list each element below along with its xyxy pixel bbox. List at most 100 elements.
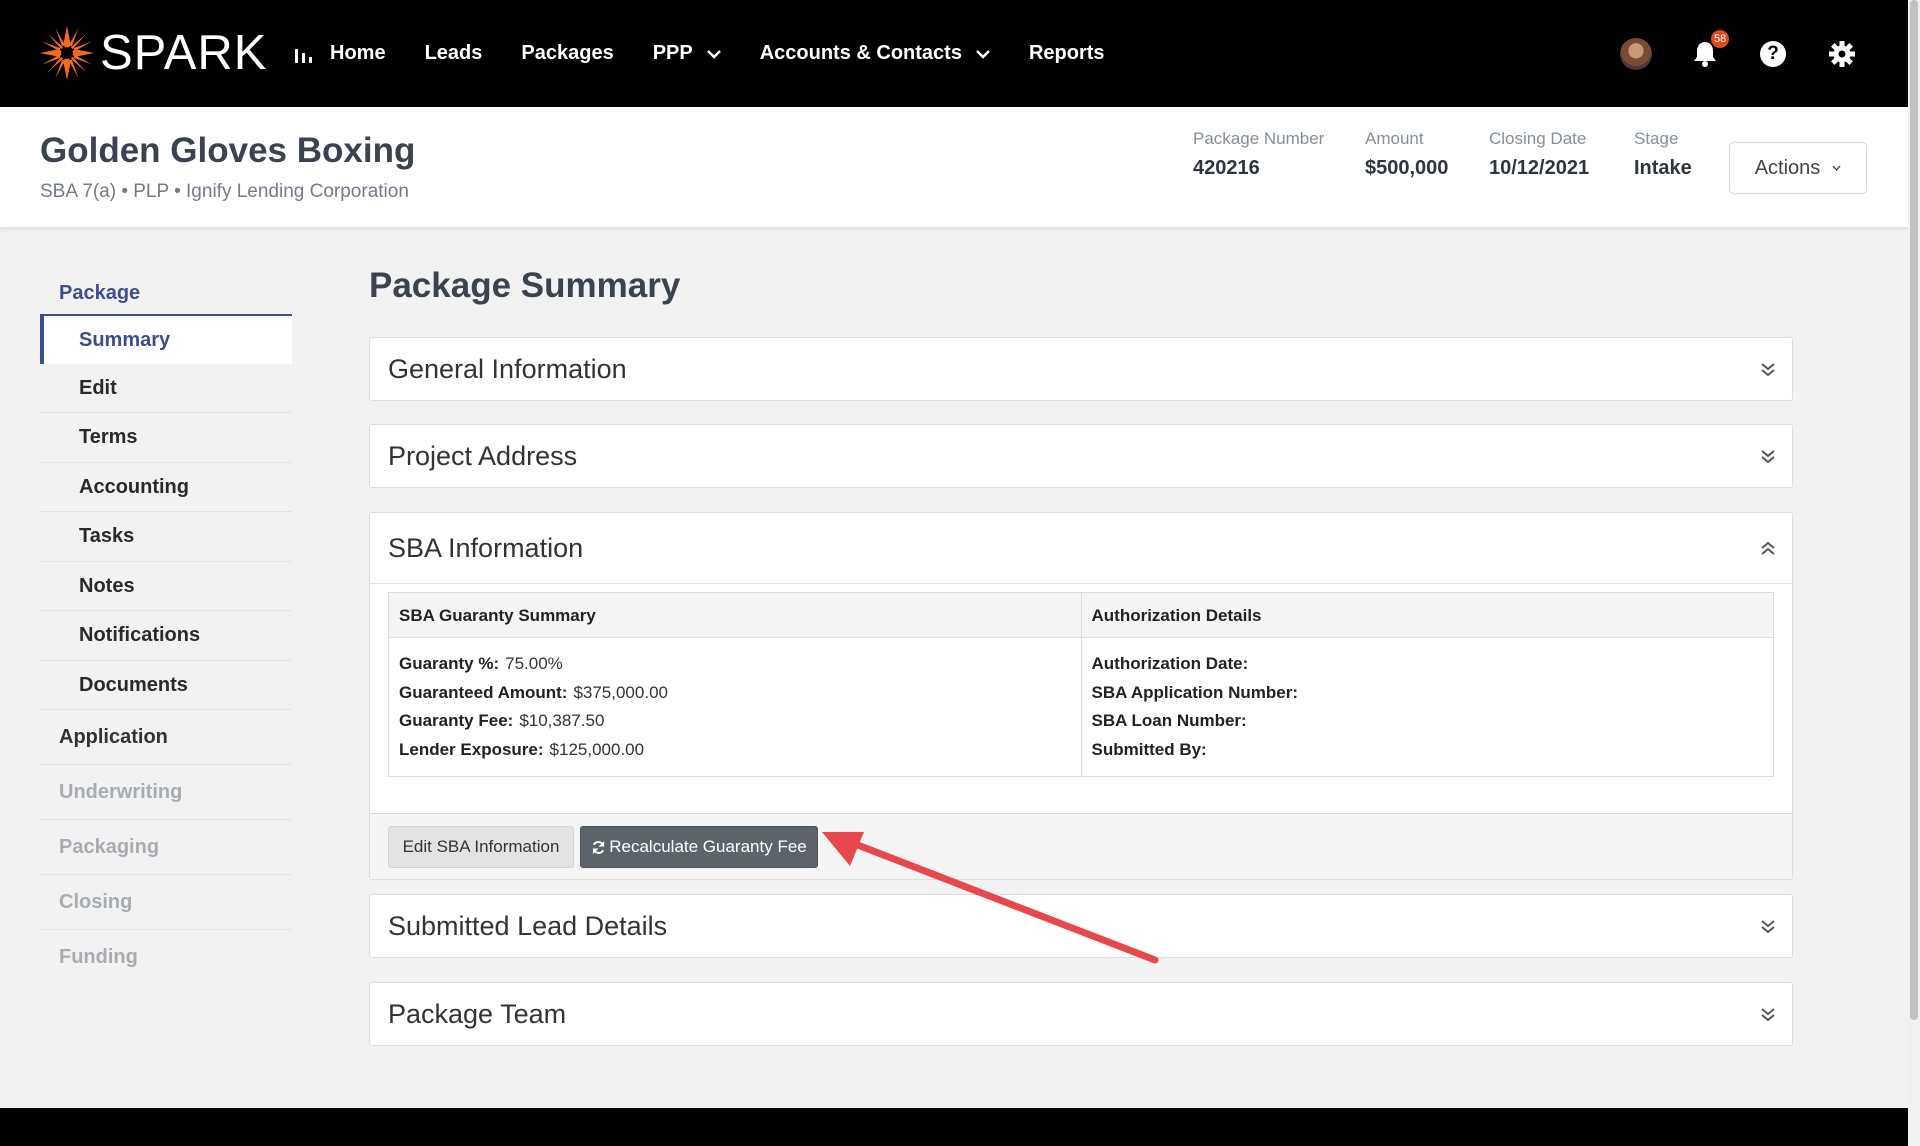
meta-value: 10/12/2021: [1489, 157, 1590, 179]
recalculate-guaranty-fee-button[interactable]: Recalculate Guaranty Fee: [580, 826, 818, 868]
meta-stage: Stage Intake: [1634, 129, 1692, 180]
bar-chart-icon: [295, 48, 312, 63]
chevron-down-icon: [1832, 165, 1841, 171]
nav-home[interactable]: Home: [294, 42, 386, 65]
help-icon[interactable]: ?: [1760, 41, 1786, 67]
page-footer: [0, 1108, 1908, 1146]
guaranty-percent-row: Guaranty %: 75.00%: [399, 650, 1071, 679]
panel-title: General Information: [388, 353, 627, 384]
sidebar-section-application[interactable]: Application: [40, 710, 292, 765]
meta-label: Amount: [1365, 129, 1424, 148]
scrollbar-thumb[interactable]: [1910, 0, 1918, 1020]
guaranteed-amount-row: Guaranteed Amount: $375,000.00: [399, 679, 1071, 708]
actions-label: Actions: [1754, 156, 1821, 179]
package-sidebar: Package Summary Edit Terms Accounting Ta…: [40, 272, 292, 985]
sidebar-item-terms[interactable]: Terms: [40, 413, 292, 463]
sba-application-number-row: SBA Application Number:: [1092, 679, 1764, 708]
brand-name: SPARK: [100, 26, 268, 80]
sidebar-section-package[interactable]: Package: [40, 272, 292, 314]
meta-value: 420216: [1193, 157, 1260, 179]
panel-title: Package Team: [388, 998, 567, 1029]
field-label: SBA Application Number:: [1091, 682, 1299, 702]
edit-sba-information-button[interactable]: Edit SBA Information: [388, 826, 574, 868]
sidebar-section-funding: Funding: [59, 946, 138, 968]
field-label: Authorization Date:: [1091, 654, 1249, 673]
panel-sba-header[interactable]: SBA Information: [370, 513, 1792, 583]
chevron-down-icon: [976, 49, 990, 59]
nav-accounts-label: Accounts & Contacts: [759, 42, 962, 64]
refresh-icon: [593, 840, 605, 854]
package-subtitle: SBA 7(a) • PLP • Ignify Lending Corporat…: [40, 181, 409, 202]
meta-value: $500,000: [1365, 157, 1449, 179]
nav-leads[interactable]: Leads: [425, 42, 483, 65]
sidebar-section-closing: Closing: [40, 875, 292, 930]
column-header: Authorization Details: [1081, 593, 1773, 638]
field-label: Guaranty Fee:: [399, 711, 514, 730]
field-label: Lender Exposure:: [399, 739, 544, 759]
nav-reports[interactable]: Reports: [1029, 42, 1105, 65]
sba-details-table: SBA Guaranty Summary Guaranty %: 75.00% G…: [388, 592, 1774, 777]
panel-title: Project Address: [388, 440, 578, 471]
sidebar-item-summary[interactable]: Summary: [40, 314, 292, 364]
sidebar-item-edit[interactable]: Edit: [40, 364, 292, 413]
actions-dropdown-button[interactable]: Actions: [1729, 142, 1867, 194]
nav-home-label: Home: [330, 42, 386, 64]
panel-title: SBA Information: [388, 532, 584, 563]
authorization-date-row: Authorization Date:: [1092, 650, 1764, 679]
lender-exposure-row: Lender Exposure: $125,000.00: [399, 736, 1071, 765]
sidebar-item-notes[interactable]: Notes: [40, 562, 292, 611]
nav-accounts-contacts[interactable]: Accounts & Contacts: [760, 42, 990, 65]
meta-amount: Amount $500,000: [1365, 129, 1448, 180]
panel-address-header[interactable]: Project Address: [370, 425, 1792, 487]
panel-project-address: Project Address: [369, 424, 1793, 488]
meta-label: Package Number: [1193, 129, 1325, 148]
sidebar-item-accounting[interactable]: Accounting: [40, 463, 292, 512]
field-value: 75.00%: [505, 654, 563, 673]
column-header: SBA Guaranty Summary: [389, 593, 1081, 638]
vertical-scrollbar[interactable]: [1908, 0, 1920, 1146]
sba-panel-footer: Edit SBA Information Recalculate Guarant…: [370, 813, 1792, 879]
sba-authorization-details: Authorization Details Authorization Date…: [1080, 593, 1773, 776]
field-label: Submitted By:: [1091, 739, 1207, 759]
sidebar-item-notifications[interactable]: Notifications: [40, 611, 292, 661]
panel-title: Submitted Lead Details: [388, 910, 668, 941]
field-label: SBA Loan Number:: [1091, 711, 1247, 730]
double-chevron-down-icon: [1761, 363, 1775, 377]
panel-package-team: Package Team: [369, 982, 1793, 1046]
panel-general-information: General Information: [369, 337, 1793, 401]
nav-ppp[interactable]: PPP: [653, 42, 721, 65]
double-chevron-down-icon: [1761, 450, 1775, 464]
meta-label: Stage: [1634, 129, 1679, 148]
double-chevron-up-icon: [1761, 541, 1775, 555]
spark-logo[interactable]: SPARK: [38, 24, 267, 82]
sidebar-section-packaging: Packaging: [40, 820, 292, 875]
sidebar-item-documents[interactable]: Documents: [40, 661, 292, 710]
spark-star-icon: [39, 25, 95, 81]
panel-lead-header[interactable]: Submitted Lead Details: [370, 895, 1792, 957]
panel-general-header[interactable]: General Information: [370, 338, 1792, 400]
double-chevron-down-icon: [1761, 1008, 1775, 1022]
nav-packages[interactable]: Packages: [521, 42, 613, 65]
top-navbar: SPARK Home Leads Packages PPP Accounts &…: [0, 0, 1908, 107]
meta-closing-date: Closing Date 10/12/2021: [1489, 129, 1589, 180]
panel-team-header[interactable]: Package Team: [370, 983, 1792, 1045]
sba-guaranty-summary: SBA Guaranty Summary Guaranty %: 75.00% G…: [389, 593, 1081, 776]
meta-value: Intake: [1634, 157, 1692, 179]
package-title: Golden Gloves Boxing: [40, 131, 416, 170]
submitted-by-row: Submitted By:: [1092, 736, 1764, 765]
gear-icon[interactable]: [1829, 41, 1855, 67]
field-value: $10,387.50: [519, 711, 605, 730]
sidebar-section-underwriting: Underwriting: [40, 765, 292, 820]
package-header: Golden Gloves Boxing SBA 7(a) • PLP • Ig…: [0, 107, 1908, 227]
meta-package-number: Package Number 420216: [1193, 129, 1324, 180]
field-label: Guaranty %:: [399, 654, 500, 673]
main-nav: Home Leads Packages PPP Accounts & Conta…: [294, 0, 1144, 107]
user-avatar[interactable]: [1620, 38, 1652, 70]
field-value: $125,000.00: [549, 739, 645, 759]
field-label: Guaranteed Amount:: [399, 682, 568, 702]
guaranty-fee-row: Guaranty Fee: $10,387.50: [399, 707, 1071, 736]
sba-loan-number-row: SBA Loan Number:: [1092, 707, 1764, 736]
sidebar-item-tasks[interactable]: Tasks: [40, 512, 292, 562]
double-chevron-down-icon: [1761, 920, 1775, 934]
notification-count-badge: 58: [1711, 30, 1730, 48]
